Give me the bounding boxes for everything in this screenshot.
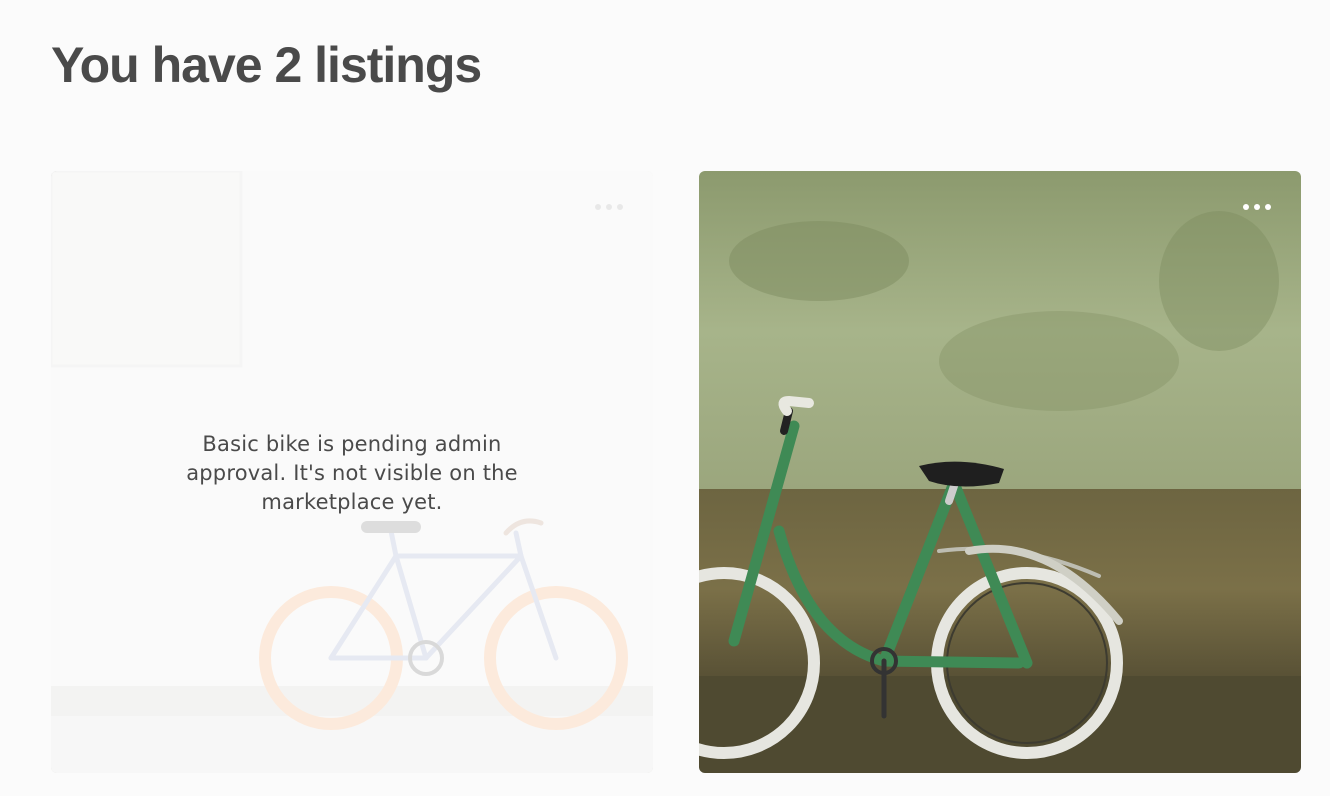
pending-approval-message: Basic bike is pending admin approval. It…	[186, 432, 518, 514]
more-horizontal-icon	[1243, 204, 1249, 210]
listing-menu-button[interactable]	[1237, 199, 1277, 215]
page-title: You have 2 listings	[51, 37, 482, 93]
more-horizontal-icon	[595, 204, 601, 210]
listing-image-green-bike	[699, 171, 1301, 773]
listing-card-pending[interactable]: Basic bike is pending admin approval. It…	[51, 171, 653, 773]
listing-card[interactable]	[699, 171, 1301, 773]
listing-menu-button[interactable]	[589, 199, 629, 215]
